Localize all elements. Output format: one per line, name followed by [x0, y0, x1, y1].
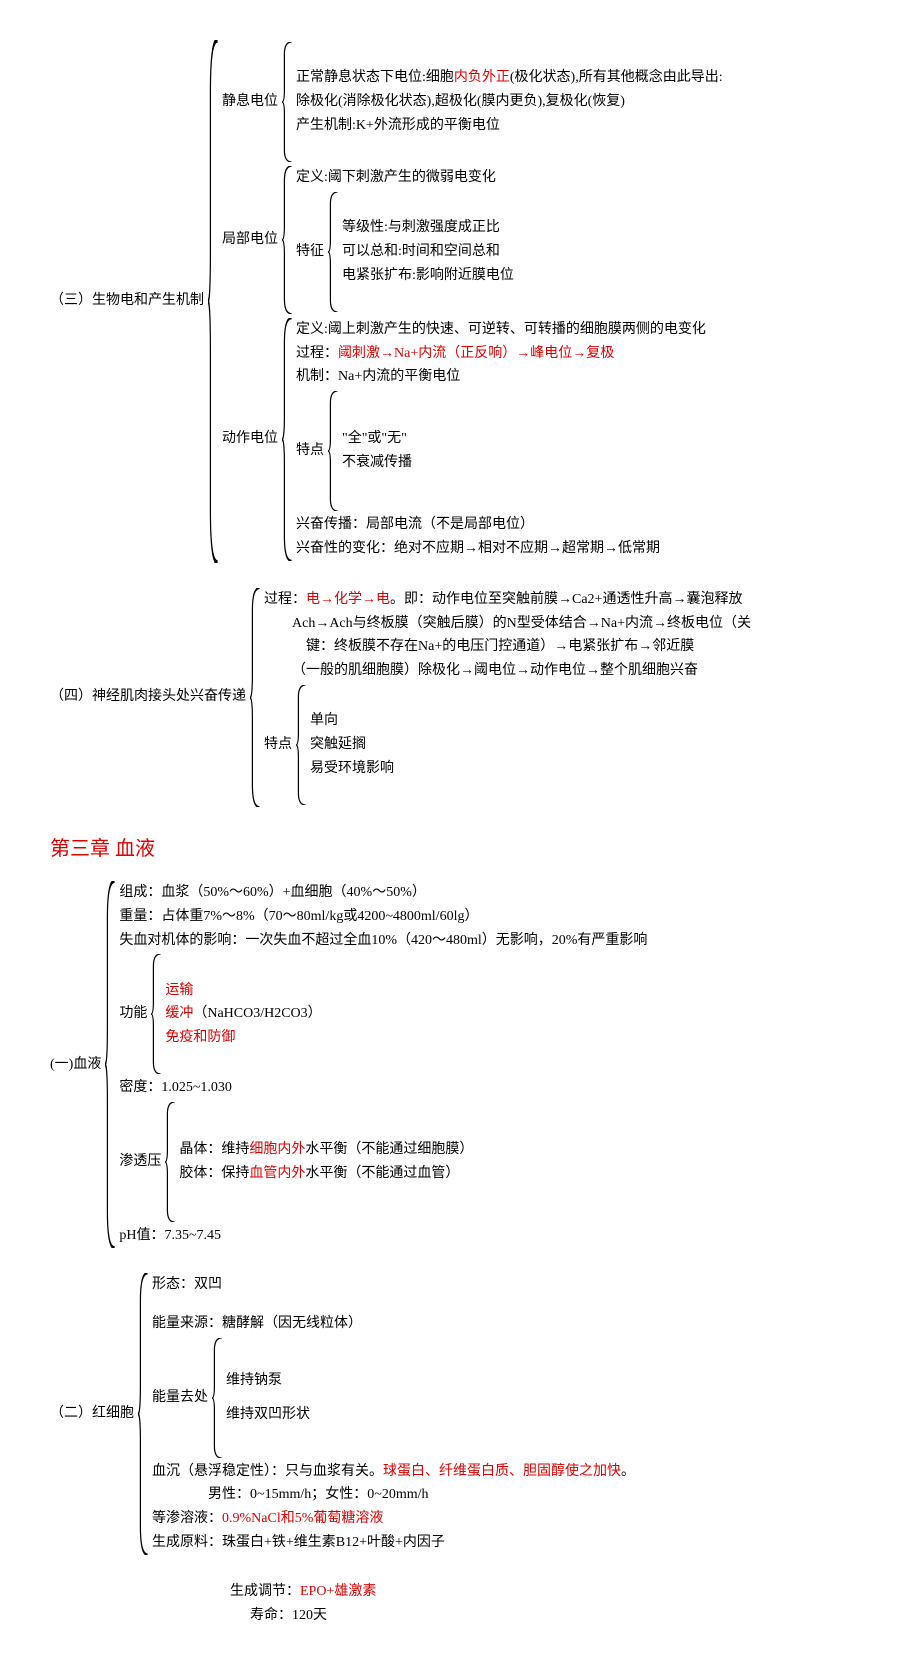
text: pH值：7.35~7.45 [119, 1224, 647, 1248]
text: 电紧张扩布:影响附近膜电位 [342, 264, 514, 288]
blood-2: （二）红细胞 形态：双凹 能量来源：糖酵解（因无线粒体） 能量去处 维持钠泵 维… [50, 1273, 870, 1555]
text: 维持钠泵 [226, 1369, 310, 1393]
brace-icon [248, 588, 264, 807]
text: 形态：双凹 [152, 1273, 635, 1297]
text: 突触延搁 [310, 733, 394, 757]
text: 定义:阈下刺激产生的微弱电变化 [296, 166, 514, 190]
feat-label: 特点 [264, 733, 294, 757]
brace-icon [206, 40, 222, 563]
feat-label: 特点 [296, 439, 326, 463]
text: 正常静息状态下电位:细胞内负外正(极化状态),所有其他概念由此导出: [296, 66, 723, 90]
text: 免疫和防御 [165, 1026, 321, 1050]
brace-icon [163, 1102, 179, 1222]
brace-icon [280, 166, 296, 314]
action-label: 动作电位 [222, 427, 280, 451]
text: 键：终板膜不存在Na+的电压门控通道）→电紧张扩布→邻近膜 [264, 635, 751, 659]
chapter-title: 第三章 血液 [50, 832, 870, 866]
blood-1: (一)血液 组成：血浆（50%～60%）+血细胞（40%～50%） 重量：占体重… [50, 881, 870, 1248]
brace-icon [149, 954, 165, 1074]
text: 血沉（悬浮稳定性）：只与血浆有关。球蛋白、纤维蛋白质、胆固醇使之加快。 [152, 1460, 635, 1484]
func-label: 功能 [119, 1002, 149, 1026]
text: 产生机制:K+外流形成的平衡电位 [296, 114, 723, 138]
euse-label: 能量去处 [152, 1386, 210, 1410]
text: 胶体：保持血管内外水平衡（不能通过血管） [179, 1162, 473, 1186]
brace-icon [326, 192, 342, 312]
feat-label: 特征 [296, 240, 326, 264]
s4-title: （四）神经肌肉接头处兴奋传递 [50, 685, 248, 709]
text: 维持双凹形状 [226, 1403, 310, 1427]
resting-label: 静息电位 [222, 90, 280, 114]
local-label: 局部电位 [222, 228, 280, 252]
text: 单向 [310, 709, 394, 733]
text: 晶体：维持细胞内外水平衡（不能通过细胞膜） [179, 1138, 473, 1162]
text: 能量来源：糖酵解（因无线粒体） [152, 1312, 635, 1336]
b1-title: (一)血液 [50, 1053, 103, 1077]
b2-title: （二）红细胞 [50, 1402, 136, 1426]
text: 定义:阈上刺激产生的快速、可逆转、可转播的细胞膜两侧的电变化 [296, 318, 706, 342]
text: 重量：占体重7%～8%（70～80ml/kg或4200~4800ml/60lg） [119, 905, 647, 929]
osm-label: 渗透压 [119, 1150, 163, 1174]
text: 组成：血浆（50%～60%）+血细胞（40%～50%） [119, 881, 647, 905]
text: 生成原料：珠蛋白+铁+维生素B12+叶酸+内因子 [152, 1531, 635, 1555]
text: 男性：0~15mm/h；女性：0~20mm/h [152, 1483, 635, 1507]
text: 机制：Na+内流的平衡电位 [296, 365, 706, 389]
text: 运输 [165, 979, 321, 1003]
brace-icon [294, 685, 310, 805]
text: 过程：阈刺激→Na+内流（正反响）→峰电位→复极 [296, 342, 706, 366]
text: 寿命：120天 [50, 1604, 870, 1628]
brace-icon [210, 1338, 226, 1458]
text: 易受环境影响 [310, 757, 394, 781]
brace-icon [280, 42, 296, 162]
text: 生成调节：EPO+雄激素 [50, 1580, 870, 1604]
text: 可以总和:时间和空间总和 [342, 240, 514, 264]
text: 缓冲（NaHCO3/H2CO3） [165, 1002, 321, 1026]
text: 过程：电→化学→电。即：动作电位至突触前膜→Ca2+通透性升高→囊泡释放 [264, 588, 751, 612]
brace-icon [326, 391, 342, 511]
brace-icon [136, 1273, 152, 1555]
brace-icon [280, 318, 296, 561]
text: 除极化(消除极化状态),超极化(膜内更负),复极化(恢复) [296, 90, 723, 114]
text: 兴奋传播：局部电流（不是局部电位） [296, 513, 706, 537]
section-4: （四）神经肌肉接头处兴奋传递 过程：电→化学→电。即：动作电位至突触前膜→Ca2… [50, 588, 870, 807]
text: 等级性:与刺激强度成正比 [342, 216, 514, 240]
section-3: （三）生物电和产生机制 静息电位 正常静息状态下电位:细胞内负外正(极化状态),… [50, 40, 870, 563]
text: 不衰减传播 [342, 451, 412, 475]
brace-icon [103, 881, 119, 1248]
text: "全"或"无" [342, 427, 412, 451]
text: （一般的肌细胞膜）除极化→阈电位→动作电位→整个肌细胞兴奋 [264, 659, 751, 683]
text: 失血对机体的影响：一次失血不超过全血10%（420～480ml）无影响，20%有… [119, 929, 647, 953]
text: Ach→Ach与终板膜（突触后膜）的N型受体结合→Na+内流→终板电位（关 [264, 612, 751, 636]
s3-title: （三）生物电和产生机制 [50, 289, 206, 313]
text: 密度：1.025~1.030 [119, 1076, 647, 1100]
text: 兴奋性的变化：绝对不应期→相对不应期→超常期→低常期 [296, 537, 706, 561]
text: 等渗溶液：0.9%NaCl和5%葡萄糖溶液 [152, 1507, 635, 1531]
